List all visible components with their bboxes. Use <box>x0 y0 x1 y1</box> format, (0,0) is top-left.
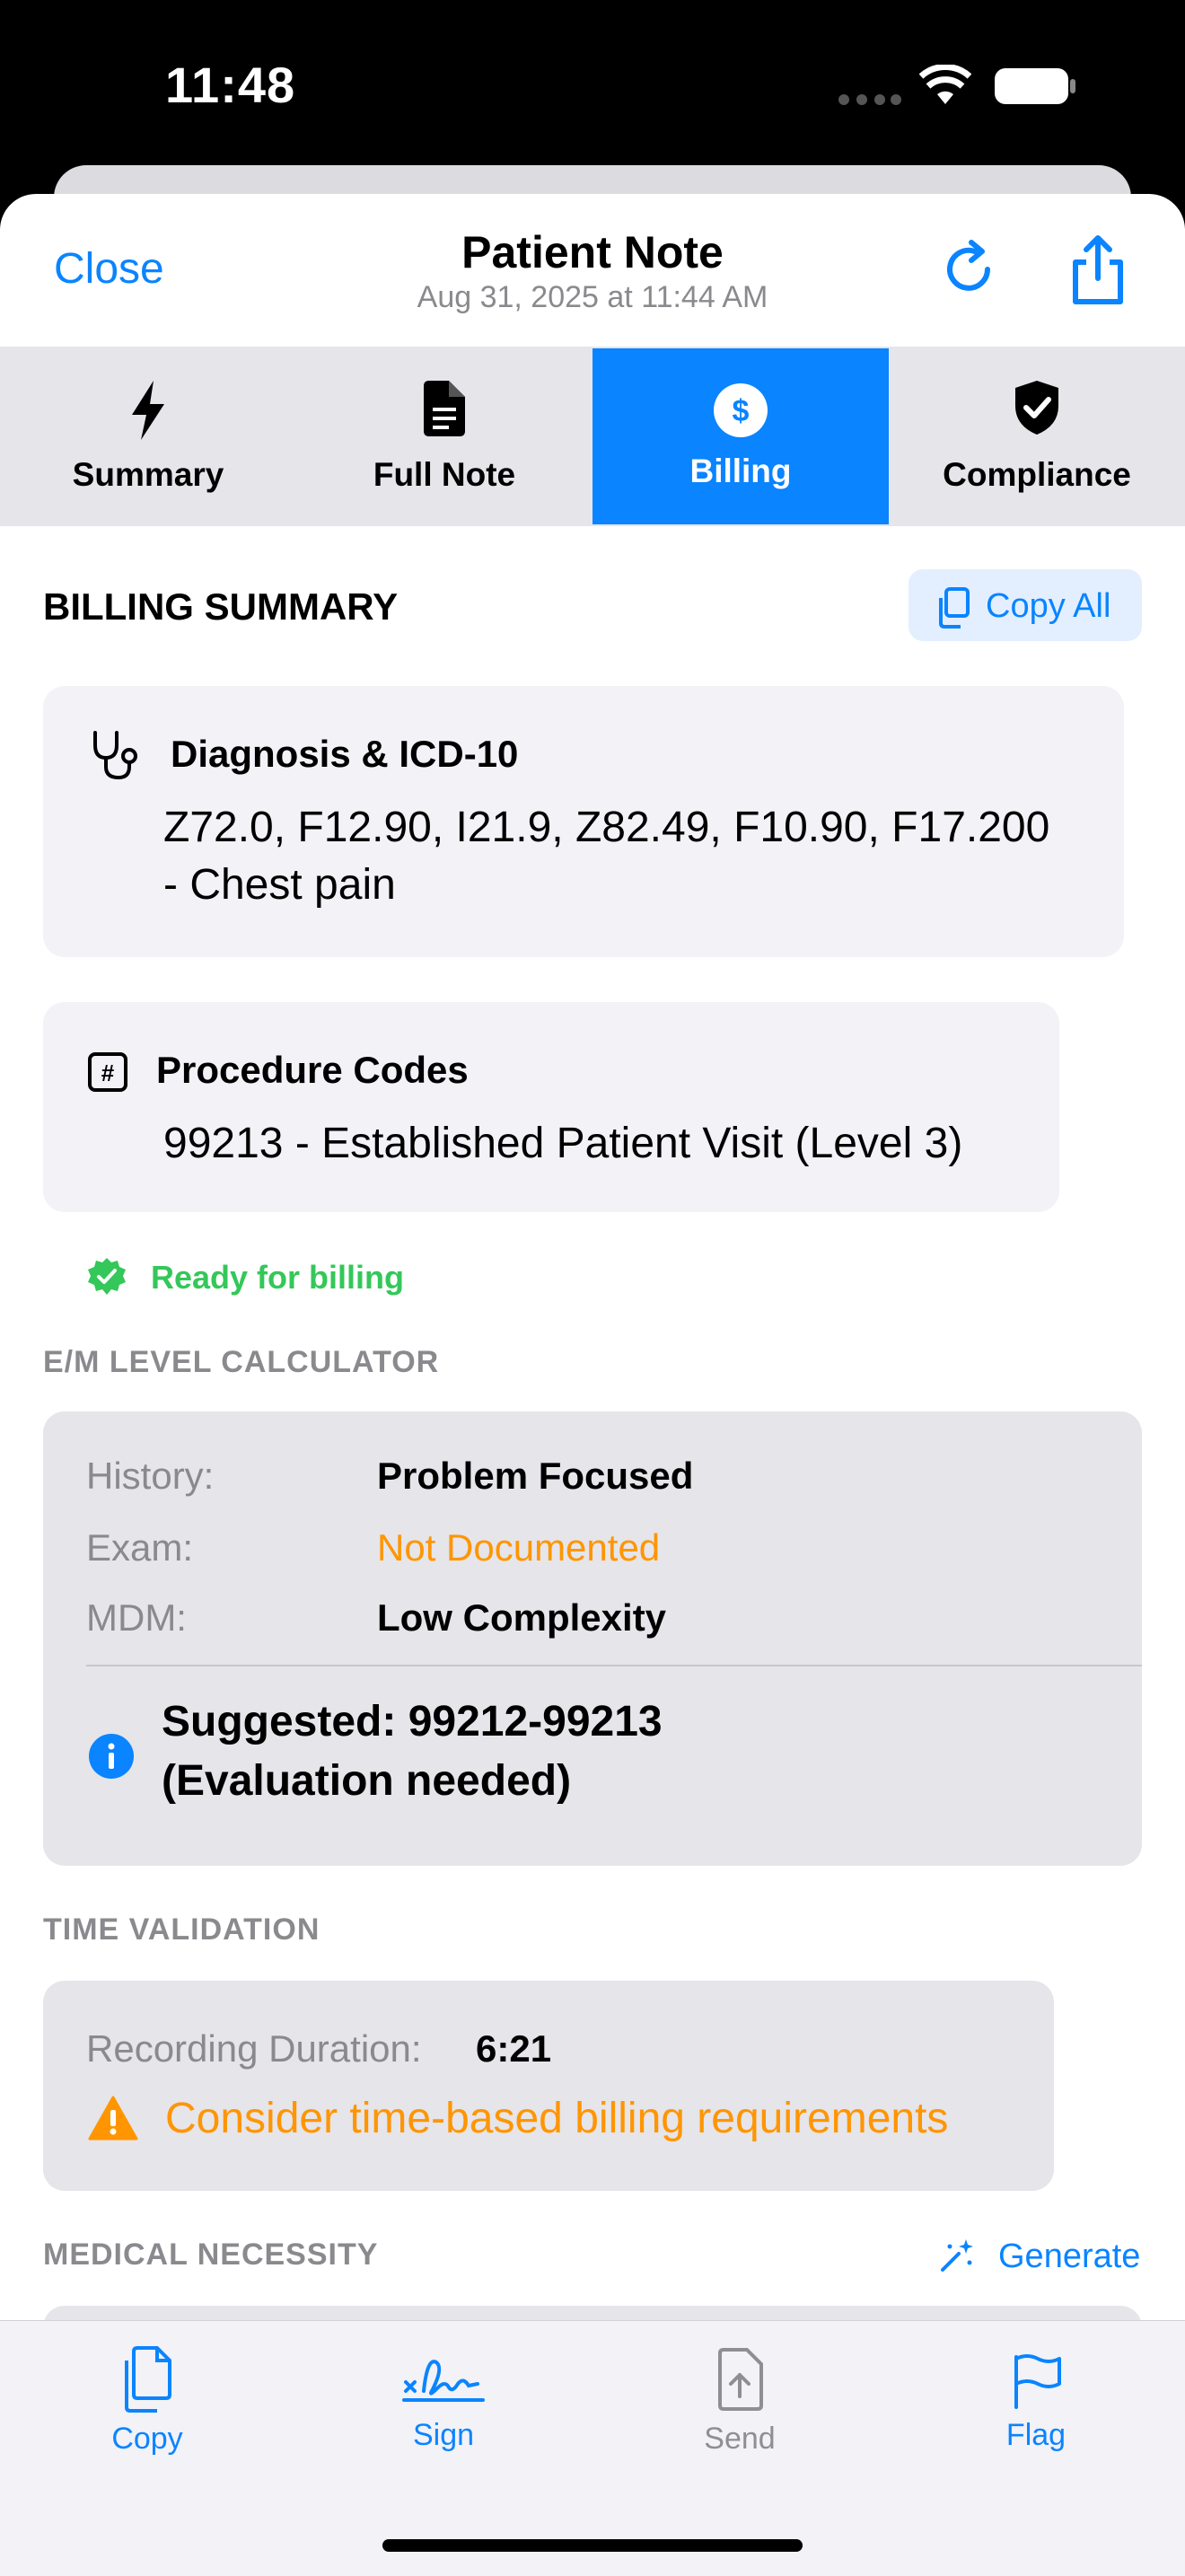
cellular-icon <box>838 93 901 110</box>
bottom-toolbar: Copy Sign Send Flag <box>0 2320 1185 2576</box>
diagnosis-title: Diagnosis & ICD-10 <box>171 733 519 775</box>
medical-necessity-heading: MEDICAL NECESSITY <box>43 2238 379 2272</box>
shield-check-icon <box>1012 379 1062 441</box>
bolt-icon <box>127 379 170 446</box>
diagnosis-codes: Z72.0, F12.90, I21.9, Z82.49, F10.90, F1… <box>163 804 1050 851</box>
share-icon[interactable] <box>1065 232 1131 312</box>
suggested-note: (Evaluation needed) <box>162 1757 572 1805</box>
svg-text:$: $ <box>733 394 750 428</box>
hashtag-icon: # <box>88 1052 127 1096</box>
procedure-code: 99213 - Established Patient Visit (Level… <box>163 1120 963 1167</box>
dollar-icon: $ <box>713 382 768 443</box>
copy-icon <box>118 2344 177 2414</box>
status-time: 11:48 <box>165 57 296 113</box>
diagnosis-description: - Chest pain <box>163 861 396 909</box>
tab-full-note[interactable]: Full Note <box>296 347 592 526</box>
page-title: Patient Note <box>461 227 724 277</box>
document-icon <box>420 379 469 443</box>
battery-icon <box>993 66 1077 110</box>
sheet <box>0 194 1185 2575</box>
flag-toolbar-button[interactable]: Flag <box>946 2352 1126 2453</box>
ready-status: Ready for billing <box>151 1259 405 1296</box>
procedure-card: # Procedure Codes 99213 - Established Pa… <box>43 1002 1059 1212</box>
tab-full-note-label: Full Note <box>373 456 516 493</box>
tab-summary-label: Summary <box>72 456 224 493</box>
send-document-icon <box>713 2348 767 2413</box>
warning-icon <box>88 2096 138 2145</box>
generate-label: Generate <box>998 2238 1141 2275</box>
tab-billing[interactable]: $ Billing <box>592 348 889 524</box>
procedure-title: Procedure Codes <box>156 1049 469 1091</box>
svg-text:#: # <box>101 1059 115 1086</box>
segmented-tabs: Summary Full Note $ Billing Compliance <box>0 347 1185 526</box>
copy-toolbar-button[interactable]: Copy <box>57 2344 237 2457</box>
wifi-icon <box>918 64 972 110</box>
sparkles-icon <box>937 2236 977 2280</box>
em-mdm-value: Low Complexity <box>377 1596 667 1639</box>
time-validation-card: Recording Duration: 6:21 Consider time-b… <box>43 1981 1054 2191</box>
duration-label: Recording Duration: <box>86 2027 422 2070</box>
page-subtitle: Aug 31, 2025 at 11:44 AM <box>417 280 768 314</box>
em-history-value: Problem Focused <box>377 1455 694 1497</box>
copy-icon <box>935 587 971 633</box>
signature-icon <box>400 2348 487 2411</box>
suggested-code: Suggested: 99212-99213 <box>162 1698 663 1745</box>
generate-button[interactable]: Generate <box>937 2230 1144 2284</box>
time-warning: Consider time-based billing requirements <box>165 2095 949 2142</box>
flag-icon <box>1009 2352 1063 2409</box>
em-mdm-label: MDM: <box>86 1596 187 1639</box>
refresh-icon[interactable] <box>937 235 1002 304</box>
diagnosis-card: Diagnosis & ICD-10 Z72.0, F12.90, I21.9,… <box>43 686 1124 957</box>
time-validation-heading: TIME VALIDATION <box>43 1912 320 1947</box>
duration-value: 6:21 <box>476 2027 552 2070</box>
verified-badge-icon <box>86 1257 127 1303</box>
send-toolbar-label: Send <box>704 2422 776 2456</box>
copy-all-button[interactable]: Copy All <box>908 569 1142 641</box>
em-history-label: History: <box>86 1455 215 1497</box>
tab-compliance-label: Compliance <box>943 456 1131 493</box>
send-toolbar-button[interactable]: Send <box>650 2348 830 2457</box>
em-exam-label: Exam: <box>86 1526 194 1569</box>
tab-billing-label: Billing <box>689 453 792 489</box>
sign-toolbar-label: Sign <box>412 2418 475 2452</box>
sign-toolbar-button[interactable]: Sign <box>354 2348 533 2453</box>
stethoscope-icon <box>88 729 142 786</box>
info-icon <box>88 1733 135 1784</box>
billing-summary-heading: BILLING SUMMARY <box>43 585 399 628</box>
em-calculator-heading: E/M LEVEL CALCULATOR <box>43 1345 440 1379</box>
copy-toolbar-label: Copy <box>111 2422 183 2456</box>
divider <box>86 1665 1142 1666</box>
em-exam-value: Not Documented <box>377 1526 661 1569</box>
flag-toolbar-label: Flag <box>1005 2418 1066 2452</box>
tab-compliance[interactable]: Compliance <box>889 347 1185 526</box>
em-calculator-card: History: Problem Focused Exam: Not Docum… <box>43 1411 1142 1866</box>
copy-all-label: Copy All <box>986 587 1111 625</box>
home-indicator <box>382 2539 803 2552</box>
tab-summary[interactable]: Summary <box>0 347 296 526</box>
